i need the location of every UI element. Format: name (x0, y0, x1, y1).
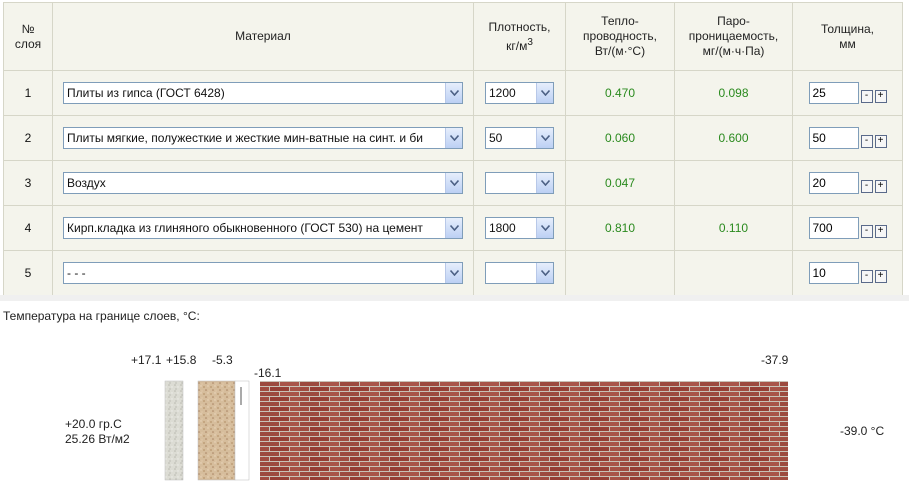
layer-3-air-gap-visual (234, 380, 250, 481)
heat-flux: 25.26 Вт/м2 (65, 432, 130, 446)
layer-1-gypsum-visual (164, 380, 184, 481)
inside-temperature: +20.0 гр.С (65, 417, 122, 431)
boundary-temp-3: -5.3 (212, 353, 233, 367)
boundary-temp-4: -16.1 (254, 366, 282, 380)
boundary-temp-1: +17.1 (131, 353, 162, 367)
layer-2-mineral-wool-visual (197, 380, 236, 481)
boundary-temp-5: -37.9 (761, 353, 789, 367)
boundary-temp-2: +15.8 (166, 353, 197, 367)
layer-4-brick-visual (260, 381, 788, 480)
wall-cross-section-diagram (164, 380, 788, 481)
outside-temperature: -39.0 °С (840, 424, 885, 438)
